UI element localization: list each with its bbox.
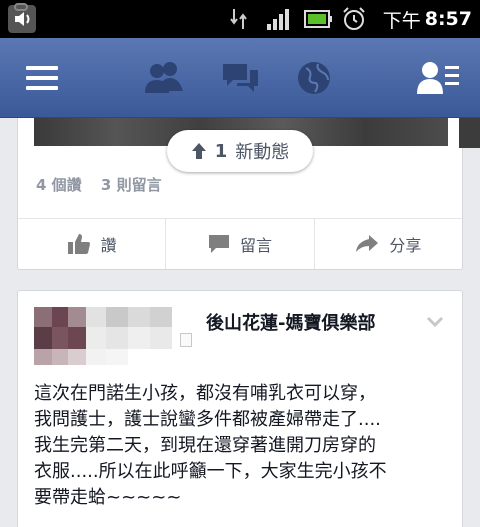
comments-count[interactable]: 3 則留言	[101, 176, 162, 194]
status-ampm: 下午	[382, 9, 421, 32]
signal-icon	[266, 0, 292, 38]
avatar[interactable]	[34, 307, 198, 365]
alarm-clock-icon	[341, 0, 367, 38]
feed-story-2: 後山花蓮-媽寶俱樂部 這次在門諾生小孩，都沒有哺乳衣可以穿， 我問護士，護士說蠻…	[17, 290, 463, 527]
friend-requests-icon[interactable]	[140, 38, 188, 118]
status-bar: 下午 8:57	[0, 0, 480, 38]
friends-list-icon[interactable]	[414, 38, 464, 118]
data-transfer-icon	[229, 0, 249, 38]
arrow-up-icon	[191, 143, 206, 159]
share-button[interactable]: 分享	[315, 219, 462, 269]
like-button[interactable]: 讚	[18, 219, 167, 269]
next-photo-edge	[459, 118, 480, 148]
notifications-globe-icon[interactable]	[290, 38, 338, 118]
page-name[interactable]: 後山花蓮-媽寶俱樂部	[206, 309, 375, 335]
comment-label: 留言	[239, 236, 272, 255]
status-clock: 下午 8:57	[383, 0, 472, 38]
volume-notification-icon	[6, 0, 40, 38]
battery-icon	[304, 0, 332, 38]
new-stories-count: 1	[214, 140, 228, 162]
status-time: 8:57	[424, 8, 472, 30]
thumbs-up-icon	[67, 234, 90, 254]
comment-icon	[208, 235, 229, 253]
post-text: 這次在門諾生小孩，都沒有哺乳衣可以穿， 我問護士，護士說蠻多件都被產婦帶走了..…	[34, 383, 387, 508]
messages-icon[interactable]	[216, 38, 264, 118]
comment-button[interactable]: 留言	[166, 219, 315, 269]
new-stories-label: 新動態	[235, 142, 290, 163]
like-label: 讚	[100, 236, 117, 255]
story-stats[interactable]: 4 個讚 3 則留言	[36, 174, 176, 195]
chevron-down-icon[interactable]	[426, 313, 444, 332]
share-icon	[356, 235, 379, 252]
new-stories-button[interactable]: 1 新動態	[167, 130, 313, 172]
likes-count[interactable]: 4 個讚	[36, 176, 82, 194]
share-label: 分享	[389, 236, 422, 255]
story-actions: 讚 留言 分享	[18, 219, 462, 269]
facebook-top-bar	[0, 38, 480, 118]
menu-icon[interactable]	[20, 38, 64, 118]
